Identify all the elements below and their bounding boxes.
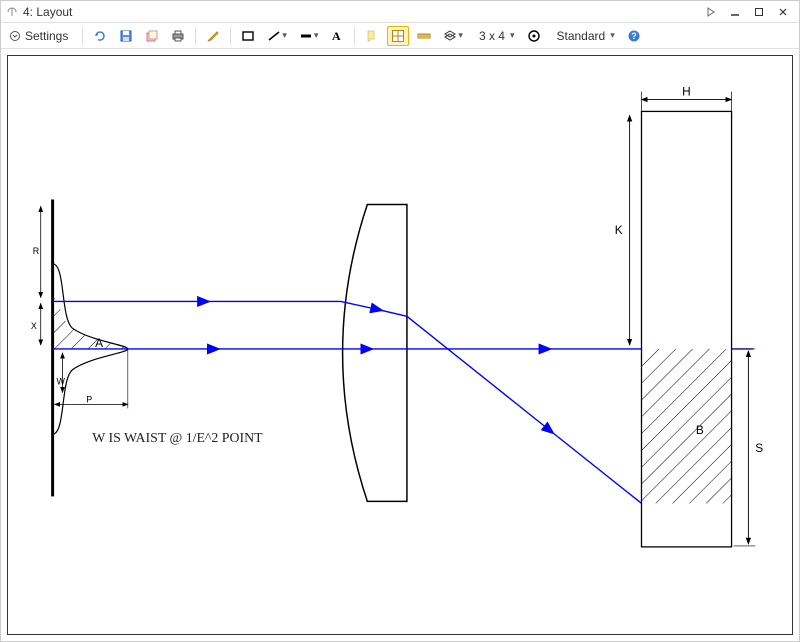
refresh-button[interactable] [89, 26, 111, 46]
ruler-tool[interactable] [413, 26, 435, 46]
highlight-tool[interactable] [361, 26, 383, 46]
pencil-tool[interactable] [202, 26, 224, 46]
svg-text:K: K [615, 223, 623, 237]
grid-size-label: 3 x 4 [475, 29, 509, 43]
pin-button[interactable] [699, 4, 723, 20]
minimize-button[interactable] [723, 4, 747, 20]
thick-line-tool[interactable]: ▾ [295, 26, 323, 46]
lens [343, 204, 407, 501]
settings-label: Settings [21, 29, 72, 43]
target-tool[interactable] [523, 26, 545, 46]
svg-text:?: ? [631, 31, 637, 41]
label-A: A [95, 336, 103, 350]
save-button[interactable] [115, 26, 137, 46]
help-button[interactable]: ? [623, 26, 645, 46]
canvas-area[interactable]: A R X W [1, 49, 799, 641]
svg-text:R: R [33, 246, 40, 256]
svg-text:X: X [31, 321, 37, 331]
grid-size-dropdown[interactable]: 3 x 4 ▾ [471, 26, 519, 46]
standard-label: Standard [553, 29, 610, 43]
line-tool[interactable]: ▾ [263, 26, 291, 46]
dimension-R: R [33, 206, 41, 297]
drawing-canvas[interactable]: A R X W [7, 55, 793, 635]
optical-layout-diagram: A R X W [8, 56, 792, 634]
detector-block: B [641, 111, 731, 546]
label-B: B [696, 423, 704, 437]
svg-text:A: A [332, 29, 341, 43]
grid-toggle[interactable] [387, 26, 409, 46]
waist-annotation: W IS WAIST @ 1/E^2 POINT [92, 430, 263, 445]
standard-dropdown[interactable]: Standard ▾ [549, 26, 619, 46]
rectangle-tool[interactable] [237, 26, 259, 46]
settings-dropdown[interactable]: Settings [5, 26, 76, 46]
svg-text:S: S [755, 441, 763, 455]
svg-text:W: W [57, 377, 66, 387]
dimension-H: H [641, 85, 731, 112]
dimension-S: S [734, 349, 764, 546]
toolbar: Settings ▾ ▾ A [1, 23, 799, 49]
dimension-W: W [57, 353, 66, 393]
svg-text:P: P [86, 394, 92, 404]
close-button[interactable] [771, 4, 795, 20]
dimension-K: K [615, 115, 630, 345]
copy-button[interactable] [141, 26, 163, 46]
titlebar: 4: Layout [1, 1, 799, 23]
svg-text:H: H [682, 85, 691, 99]
maximize-button[interactable] [747, 4, 771, 20]
dimension-X: X [31, 303, 41, 345]
layers-dropdown[interactable]: ▾ [439, 26, 467, 46]
print-button[interactable] [167, 26, 189, 46]
window-title: 4: Layout [23, 5, 72, 19]
app-icon [5, 5, 19, 19]
text-tool[interactable]: A [326, 26, 348, 46]
dimension-P: P [55, 349, 128, 408]
